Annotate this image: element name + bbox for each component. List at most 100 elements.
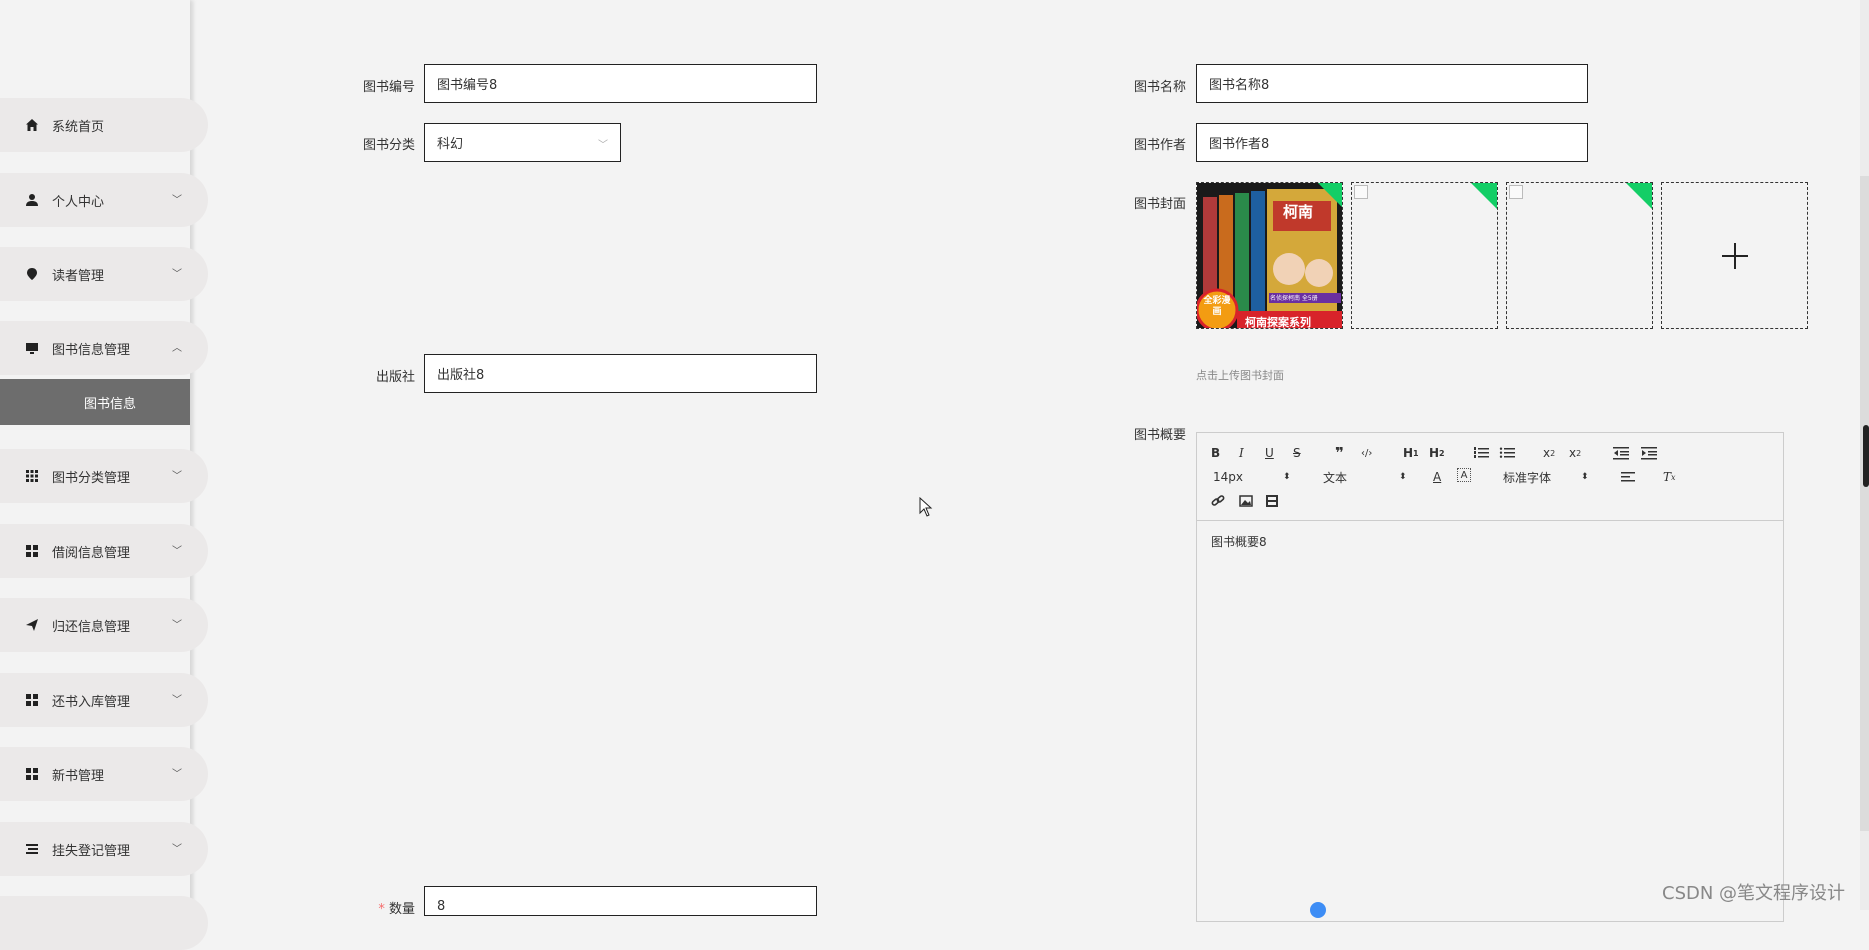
chevron-down-icon: ﹀ — [172, 471, 182, 482]
sidebar-item-profile[interactable]: 个人中心 ﹀ — [0, 173, 208, 227]
sidebar-item-borrow[interactable]: 借阅信息管理 ﹀ — [0, 524, 208, 578]
font-color-icon[interactable]: A — [1433, 468, 1441, 486]
heading1-icon[interactable]: H1 — [1403, 444, 1419, 462]
cover-badge: 全彩漫画 — [1203, 296, 1231, 317]
chevron-down-icon: ﹀ — [172, 769, 182, 780]
sidebar-item-home[interactable]: 系统首页 — [0, 98, 208, 152]
success-check-tag — [1626, 183, 1652, 209]
link-icon[interactable] — [1211, 492, 1225, 510]
watermark: CSDN @笔文程序设计 — [1662, 883, 1846, 904]
bold-icon[interactable]: B — [1211, 444, 1220, 462]
cover-image-3[interactable] — [1506, 182, 1653, 329]
editor-toolbar: B I U S ❞ ‹/› H1 H2 x2 x2 14px ⬍ 文本 ⬍ A A … — [1197, 433, 1783, 521]
apps-icon — [24, 692, 40, 708]
book-no-input[interactable]: 图书编号8 — [424, 64, 817, 103]
book-no-label: 图书编号 — [362, 80, 415, 95]
cover-upload-button[interactable] — [1661, 182, 1808, 329]
font-size-value: 14px — [1213, 470, 1243, 484]
sidebar-item-lost-report[interactable]: 挂失登记管理 ﹀ — [0, 822, 208, 876]
author-label: 图书作者 — [1133, 138, 1186, 153]
monitor-icon — [24, 340, 40, 356]
indent-icon[interactable] — [1641, 444, 1657, 462]
rich-text-editor[interactable]: B I U S ❞ ‹/› H1 H2 x2 x2 14px ⬍ 文本 ⬍ A A … — [1196, 432, 1784, 922]
subscript-icon[interactable]: x2 — [1543, 444, 1555, 462]
sidebar: 系统首页 个人中心 ﹀ 读者管理 ﹀ 图书信息管理 ︿ 图书信息 图书分类管理 … — [0, 0, 208, 950]
code-block-icon[interactable]: ‹/› — [1361, 444, 1372, 462]
editor-content[interactable]: 图书概要8 — [1211, 533, 1267, 550]
category-label: 图书分类 — [362, 138, 415, 153]
sidebar-item-label: 挂失登记管理 — [52, 843, 131, 859]
category-select[interactable]: 科幻 ﹀ — [424, 123, 621, 162]
quantity-input[interactable]: 8 — [424, 886, 817, 916]
italic-icon[interactable]: I — [1239, 444, 1244, 462]
sidebar-item-label: 读者管理 — [52, 268, 105, 284]
apps-icon — [24, 766, 40, 782]
image-icon[interactable] — [1239, 492, 1253, 510]
ordered-list-icon[interactable] — [1473, 444, 1489, 462]
sidebar-item-label: 系统首页 — [52, 119, 105, 135]
chevron-down-icon: ﹀ — [598, 140, 608, 151]
book-name-label: 图书名称 — [1133, 80, 1186, 95]
blockquote-icon[interactable]: ❞ — [1335, 444, 1344, 462]
cover-series: 柯南探案系列 — [1245, 316, 1311, 329]
cover-title: 柯南 — [1283, 203, 1314, 221]
grid-icon — [24, 468, 40, 484]
broken-image-icon — [1354, 185, 1368, 199]
video-icon[interactable] — [1265, 492, 1279, 510]
sidebar-item-readers[interactable]: 读者管理 ﹀ — [0, 247, 208, 301]
submenu-item-book-info[interactable]: 图书信息 — [0, 379, 190, 425]
cover-image-1[interactable]: 柯南 全彩漫画 名侦探柯南 全5册 柯南探案系列 — [1196, 182, 1343, 329]
align-icon[interactable] — [1621, 468, 1637, 486]
chevron-down-icon: ﹀ — [172, 269, 182, 280]
scrollbar-thumb[interactable] — [1863, 425, 1869, 487]
heading2-icon[interactable]: H2 — [1429, 444, 1445, 462]
underline-icon[interactable]: U — [1265, 444, 1274, 462]
publisher-label: 出版社 — [375, 370, 415, 385]
submenu-item-label: 图书信息 — [84, 396, 137, 412]
font-size-select[interactable]: 14px ⬍ — [1213, 468, 1291, 486]
author-input[interactable]: 图书作者8 — [1196, 123, 1588, 162]
text-type-select[interactable]: 文本 ⬍ — [1323, 468, 1407, 486]
sidebar-item-book-info[interactable]: 图书信息管理 ︿ — [0, 321, 208, 375]
cover-subtitle: 名侦探柯南 全5册 — [1270, 295, 1318, 302]
sidebar-item-book-category[interactable]: 图书分类管理 ﹀ — [0, 449, 208, 503]
success-check-tag — [1471, 183, 1497, 209]
strikethrough-icon[interactable]: S — [1293, 444, 1301, 462]
sidebar-item-restock[interactable]: 还书入库管理 ﹀ — [0, 673, 208, 727]
home-icon — [24, 117, 40, 133]
sidebar-item-new-books[interactable]: 新书管理 ﹀ — [0, 747, 208, 801]
font-family-select[interactable]: 标准字体 ⬍ — [1503, 468, 1589, 486]
quantity-label: * 数量 — [335, 898, 415, 917]
summary-label: 图书概要 — [1133, 428, 1186, 443]
sidebar-item-label: 图书分类管理 — [52, 470, 131, 486]
cover-image-2[interactable] — [1351, 182, 1498, 329]
select-arrows-icon: ⬍ — [1399, 472, 1407, 482]
scrollbar-rail — [1860, 176, 1869, 831]
chevron-down-icon: ﹀ — [172, 844, 182, 855]
location-pin-icon — [24, 266, 40, 282]
sidebar-item-label: 借阅信息管理 — [52, 545, 131, 561]
publisher-input[interactable]: 出版社8 — [424, 354, 817, 393]
bullet-list-icon[interactable] — [1499, 444, 1515, 462]
superscript-icon[interactable]: x2 — [1569, 444, 1581, 462]
mouse-cursor-icon — [919, 497, 933, 517]
sidebar-item-label: 还书入库管理 — [52, 694, 131, 710]
sidebar-item-return[interactable]: 归还信息管理 ﹀ — [0, 598, 208, 652]
select-arrows-icon: ⬍ — [1581, 472, 1589, 482]
book-name-input[interactable]: 图书名称8 — [1196, 64, 1588, 103]
background-color-icon[interactable]: A — [1457, 468, 1471, 482]
sidebar-item-label: 个人中心 — [52, 194, 105, 210]
send-icon — [24, 617, 40, 633]
sidebar-item-more[interactable] — [0, 896, 208, 950]
clear-format-icon[interactable]: Tx — [1663, 468, 1676, 486]
category-select-value: 科幻 — [437, 137, 464, 152]
outdent-icon[interactable] — [1613, 444, 1629, 462]
chevron-up-icon: ︿ — [172, 343, 182, 354]
chevron-down-icon: ﹀ — [172, 195, 182, 206]
list-icon — [24, 841, 40, 857]
plus-icon — [1722, 243, 1748, 269]
drag-handle-icon[interactable] — [1310, 902, 1326, 918]
chevron-down-icon: ﹀ — [172, 546, 182, 557]
broken-image-icon — [1509, 185, 1523, 199]
sidebar-item-label: 图书信息管理 — [52, 342, 131, 358]
